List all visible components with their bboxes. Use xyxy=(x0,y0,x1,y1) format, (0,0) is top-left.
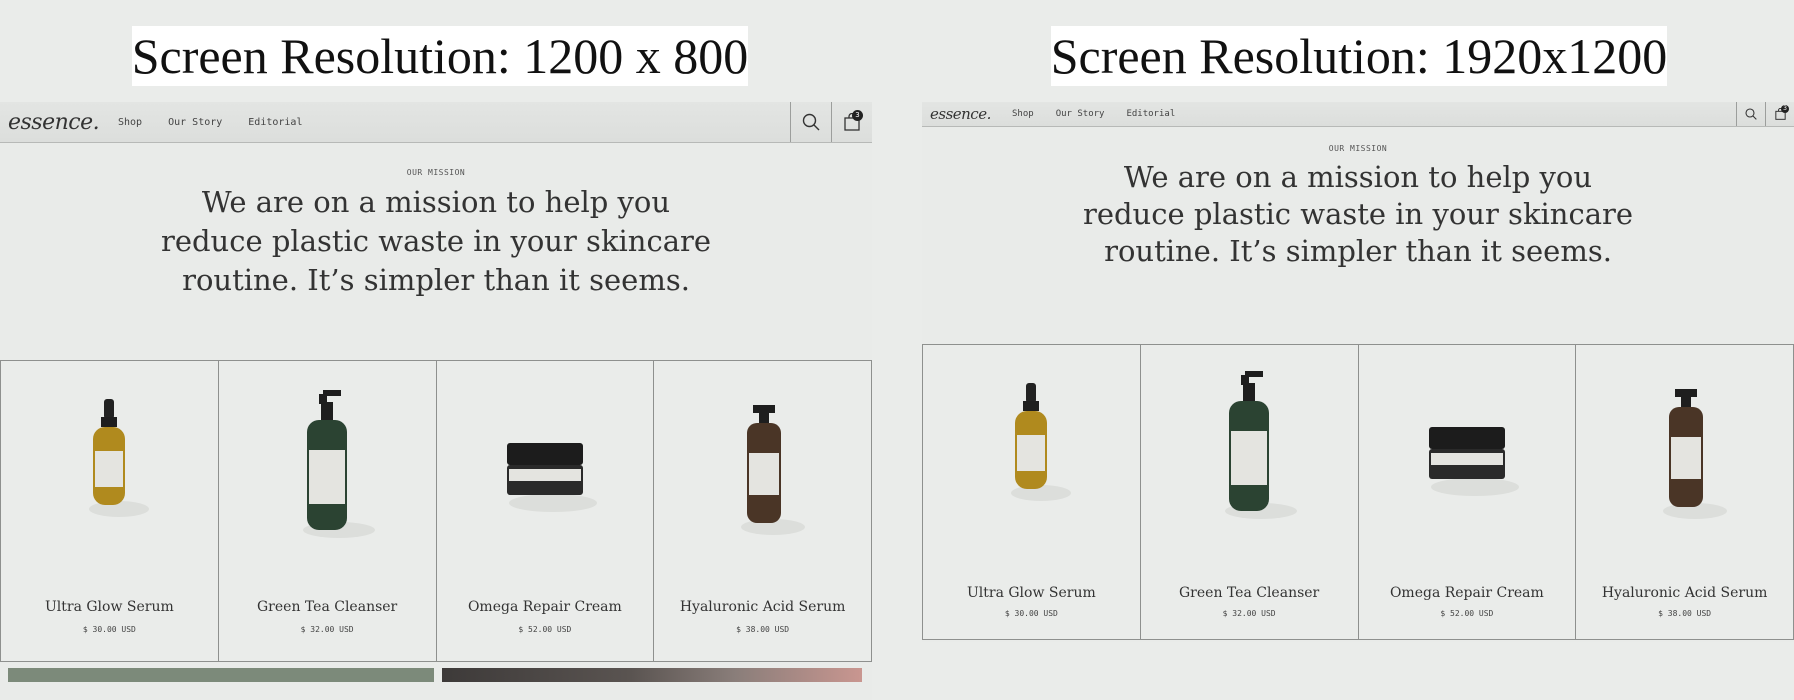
resolution-label-right: Screen Resolution: 1920x1200 xyxy=(1050,26,1668,86)
mission-statement: We are on a mission to help you reduce p… xyxy=(160,185,712,297)
product-price: $ 52.00 USD xyxy=(518,625,572,634)
product-card[interactable]: Omega Repair Cream $ 52.00 USD xyxy=(436,361,655,661)
product-card[interactable]: Ultra Glow Serum $ 30.00 USD xyxy=(1,361,219,661)
product-image-amber-pump-bottle xyxy=(1662,389,1727,519)
product-image-pump-bottle xyxy=(303,390,376,538)
search-button[interactable] xyxy=(790,102,831,142)
nav-bar: essence. Shop Our Story Editorial 3 xyxy=(0,102,872,143)
product-price: $ 52.00 USD xyxy=(1440,609,1494,618)
product-price: $ 32.00 USD xyxy=(300,625,354,634)
product-price: $ 30.00 USD xyxy=(1004,609,1058,618)
nav-link-editorial[interactable]: Editorial xyxy=(1126,109,1175,119)
cart-button[interactable]: 3 xyxy=(831,102,872,142)
product-card[interactable]: Hyaluronic Acid Serum $ 38.00 USD xyxy=(654,361,871,661)
brand-logo[interactable]: essence. xyxy=(930,105,1012,123)
product-card[interactable]: Omega Repair Cream $ 52.00 USD xyxy=(1358,345,1577,639)
product-price: $ 38.00 USD xyxy=(1658,609,1712,618)
product-name[interactable]: Green Tea Cleanser xyxy=(1141,585,1358,601)
search-icon xyxy=(802,113,820,131)
product-name[interactable]: Ultra Glow Serum xyxy=(1,599,218,615)
cart-button[interactable]: 3 xyxy=(1765,102,1794,126)
mission-kicker: OUR MISSION xyxy=(406,168,466,177)
product-price: $ 32.00 USD xyxy=(1222,609,1276,618)
product-image-jar xyxy=(506,443,597,512)
product-image-dropper-bottle xyxy=(89,399,150,517)
cart-count-badge: 3 xyxy=(1781,105,1789,113)
product-card[interactable]: Green Tea Cleanser $ 32.00 USD xyxy=(218,361,437,661)
product-name[interactable]: Green Tea Cleanser xyxy=(219,599,436,615)
cart-count-badge: 3 xyxy=(852,110,863,121)
product-name[interactable]: Hyaluronic Acid Serum xyxy=(654,599,871,615)
product-card[interactable]: Green Tea Cleanser $ 32.00 USD xyxy=(1140,345,1359,639)
nav-link-our-story[interactable]: Our Story xyxy=(168,117,222,128)
nav-bar: essence. Shop Our Story Editorial 3 xyxy=(922,102,1794,127)
mission-kicker: OUR MISSION xyxy=(1328,144,1388,153)
screenshot-1200x800: essence. Shop Our Story Editorial 3 OUR … xyxy=(0,102,872,700)
nav-link-editorial[interactable]: Editorial xyxy=(248,117,302,128)
mission-statement: We are on a mission to help you reduce p… xyxy=(1082,160,1634,268)
nav-link-shop[interactable]: Shop xyxy=(1012,109,1034,119)
product-image-amber-pump-bottle xyxy=(740,405,805,535)
search-button[interactable] xyxy=(1736,102,1765,126)
product-image-dropper-bottle xyxy=(1011,383,1072,501)
screenshot-1920x1200: essence. Shop Our Story Editorial 3 OUR … xyxy=(922,102,1794,642)
product-name[interactable]: Omega Repair Cream xyxy=(1359,585,1576,601)
product-grid: Ultra Glow Serum $ 30.00 USD Green Tea C… xyxy=(0,360,872,662)
resolution-label-left: Screen Resolution: 1200 x 800 xyxy=(131,26,749,86)
nav-link-shop[interactable]: Shop xyxy=(118,117,142,128)
product-image-jar xyxy=(1428,427,1519,496)
product-card[interactable]: Hyaluronic Acid Serum $ 38.00 USD xyxy=(1576,345,1793,639)
product-card[interactable]: Ultra Glow Serum $ 30.00 USD xyxy=(923,345,1141,639)
product-price: $ 38.00 USD xyxy=(736,625,790,634)
brand-logo[interactable]: essence. xyxy=(8,110,118,135)
product-name[interactable]: Omega Repair Cream xyxy=(437,599,654,615)
nav-link-our-story[interactable]: Our Story xyxy=(1056,109,1105,119)
search-icon xyxy=(1745,108,1757,120)
product-price: $ 30.00 USD xyxy=(82,625,136,634)
mission-section: OUR MISSION We are on a mission to help … xyxy=(0,168,872,300)
promo-banner-right[interactable] xyxy=(442,668,862,682)
product-image-pump-bottle xyxy=(1225,371,1298,519)
product-grid: Ultra Glow Serum $ 30.00 USD Green Tea C… xyxy=(922,344,1794,640)
product-name[interactable]: Ultra Glow Serum xyxy=(923,585,1140,601)
product-name[interactable]: Hyaluronic Acid Serum xyxy=(1576,585,1793,601)
promo-banner-left[interactable] xyxy=(8,668,434,682)
mission-section: OUR MISSION We are on a mission to help … xyxy=(922,144,1794,270)
